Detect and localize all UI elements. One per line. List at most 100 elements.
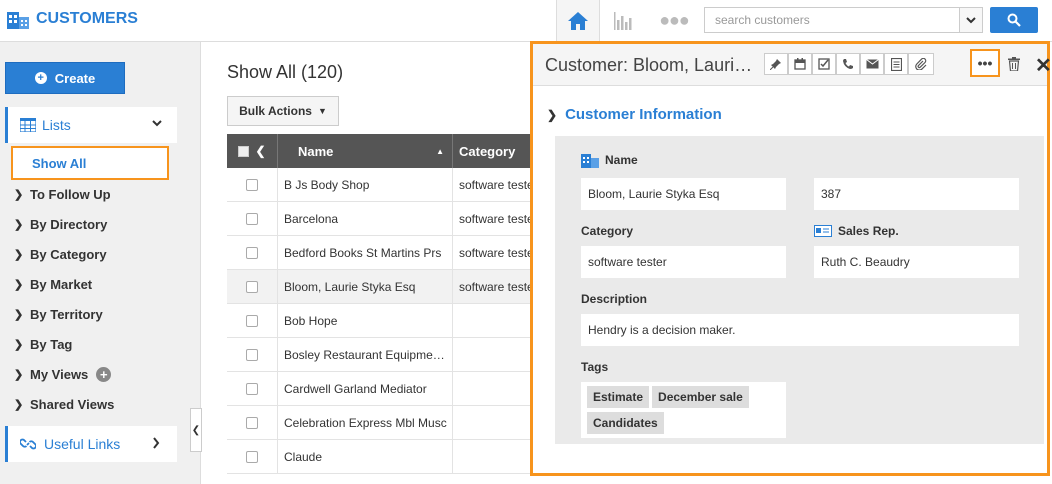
row-checkbox[interactable] [246, 382, 258, 395]
close-panel-button[interactable]: ✕ [1035, 53, 1052, 78]
row-name-cell[interactable]: Claude [278, 440, 453, 473]
tag-chip: Candidates [587, 412, 664, 434]
sidebar-item-by-category[interactable]: ❯ By Category [14, 244, 107, 264]
select-all-checkbox[interactable] [238, 145, 250, 157]
chevron-right-icon: ❯ [14, 368, 24, 381]
chevron-right-icon: ❯ [14, 338, 24, 351]
add-view-icon[interactable]: + [96, 366, 112, 382]
sidebar-item-by-territory[interactable]: ❯ By Territory [14, 304, 103, 324]
row-name-cell[interactable]: B Js Body Shop [278, 168, 453, 201]
table-row[interactable]: Bob Hope [227, 304, 531, 338]
customers-table: ❮ Name ▲ Category B Js Body Shop software… [227, 134, 531, 474]
table-row[interactable]: Cardwell Garland Mediator [227, 372, 531, 406]
phone-icon [843, 59, 853, 69]
name-value: Bloom, Laurie Styka Esq [581, 178, 786, 210]
chevron-left-icon: ❮ [191, 424, 201, 436]
row-category-cell [453, 440, 531, 473]
pin-button[interactable] [764, 53, 788, 75]
row-name-cell[interactable]: Bob Hope [278, 304, 453, 337]
chevron-down-icon [966, 16, 976, 23]
section-header-customer-information[interactable]: ❯ Customer Information [547, 106, 722, 123]
row-checkbox[interactable] [246, 178, 258, 191]
column-header-category[interactable]: Category [453, 134, 531, 168]
row-checkbox[interactable] [246, 416, 258, 429]
sidebar-item-my-views[interactable]: ❯ My Views + [14, 364, 112, 384]
sidebar-item-by-market[interactable]: ❯ By Market [14, 274, 92, 294]
pin-icon [770, 59, 781, 70]
row-checkbox[interactable] [246, 280, 258, 293]
attach-file-button[interactable] [908, 53, 934, 75]
envelope-icon [865, 59, 879, 69]
sidebar-item-by-directory[interactable]: ❯ By Directory [14, 214, 107, 234]
create-button[interactable]: + Create [5, 62, 125, 94]
row-check-cell [227, 406, 278, 439]
chevron-down-icon [152, 120, 162, 127]
name-field-label: Name [581, 152, 638, 168]
table-row[interactable]: Bedford Books St Martins Prs software tes… [227, 236, 531, 270]
sidebar-item-label: My Views [30, 366, 89, 382]
table-row[interactable]: Barcelona software tester [227, 202, 531, 236]
row-name-cell[interactable]: Bedford Books St Martins Prs [278, 236, 453, 269]
log-call-button[interactable] [836, 53, 860, 75]
search-icon [1007, 13, 1021, 27]
sidebar-item-shared-views[interactable]: ❯ Shared Views [14, 394, 114, 414]
lists-section-header[interactable]: Lists [5, 107, 177, 143]
add-note-button[interactable] [884, 53, 908, 75]
note-icon [890, 57, 902, 71]
row-check-cell [227, 338, 278, 371]
lists-label: Lists [42, 117, 71, 133]
tag-chip: Estimate [587, 386, 650, 408]
email-button[interactable] [860, 53, 884, 75]
row-name-cell[interactable]: Celebration Express Mbl Musc [278, 406, 453, 439]
row-name-cell[interactable]: Bloom, Laurie Styka Esq [278, 270, 453, 303]
useful-links-header[interactable]: Useful Links [5, 426, 177, 462]
description-field-label: Description [581, 292, 648, 306]
bulk-actions-label: Bulk Actions [239, 104, 312, 118]
task-check-icon [818, 58, 830, 70]
category-value: software tester [581, 246, 786, 278]
reports-button[interactable] [604, 0, 644, 41]
row-name-cell[interactable]: Barcelona [278, 202, 453, 235]
row-category-cell [453, 304, 531, 337]
row-check-cell [227, 440, 278, 473]
more-apps-button[interactable]: ●●● [654, 0, 694, 41]
sales-rep-value: Ruth C. Beaudry [814, 246, 1019, 278]
building-icon [581, 154, 599, 168]
sidebar-collapse-handle[interactable]: ❮ [190, 408, 202, 452]
sidebar-item-to-follow-up[interactable]: ❯ To Follow Up [14, 184, 111, 204]
table-row[interactable]: Celebration Express Mbl Musc [227, 406, 531, 440]
row-checkbox[interactable] [246, 348, 258, 361]
row-checkbox[interactable] [246, 450, 258, 463]
row-checkbox[interactable] [246, 314, 258, 327]
add-event-button[interactable] [788, 53, 812, 75]
description-value: Hendry is a decision maker. [581, 314, 1019, 346]
search-dropdown-button[interactable] [959, 7, 983, 33]
chevron-left-icon[interactable]: ❮ [255, 144, 265, 158]
paperclip-icon [915, 58, 927, 70]
home-button[interactable] [556, 0, 600, 41]
more-options-button[interactable]: ••• [970, 49, 1000, 77]
panel-title: Customer: Bloom, Lauri… [545, 55, 753, 75]
table-row[interactable]: Bloom, Laurie Styka Esq software tester [227, 270, 531, 304]
brand[interactable]: CUSTOMERS [6, 8, 138, 30]
row-category-cell [453, 372, 531, 405]
add-task-button[interactable] [812, 53, 836, 75]
row-name-cell[interactable]: Bosley Restaurant Equipme… [278, 338, 453, 371]
row-checkbox[interactable] [246, 212, 258, 225]
select-all-cell: ❮ [227, 134, 278, 168]
table-row[interactable]: B Js Body Shop software tester [227, 168, 531, 202]
search-input[interactable] [704, 7, 960, 33]
chevron-right-icon: ❯ [14, 398, 24, 411]
bulk-actions-button[interactable]: Bulk Actions ▼ [227, 96, 339, 126]
plus-icon: + [34, 72, 47, 84]
row-name-cell[interactable]: Cardwell Garland Mediator [278, 372, 453, 405]
search-button[interactable] [990, 7, 1038, 33]
column-header-name[interactable]: Name ▲ [278, 134, 453, 168]
delete-button[interactable] [1002, 53, 1026, 75]
row-checkbox[interactable] [246, 246, 258, 259]
sidebar-item-show-all[interactable]: Show All [11, 146, 169, 180]
category-field-label: Category [581, 224, 634, 238]
table-row[interactable]: Bosley Restaurant Equipme… [227, 338, 531, 372]
sidebar-item-by-tag[interactable]: ❯ By Tag [14, 334, 72, 354]
table-row[interactable]: Claude [227, 440, 531, 474]
